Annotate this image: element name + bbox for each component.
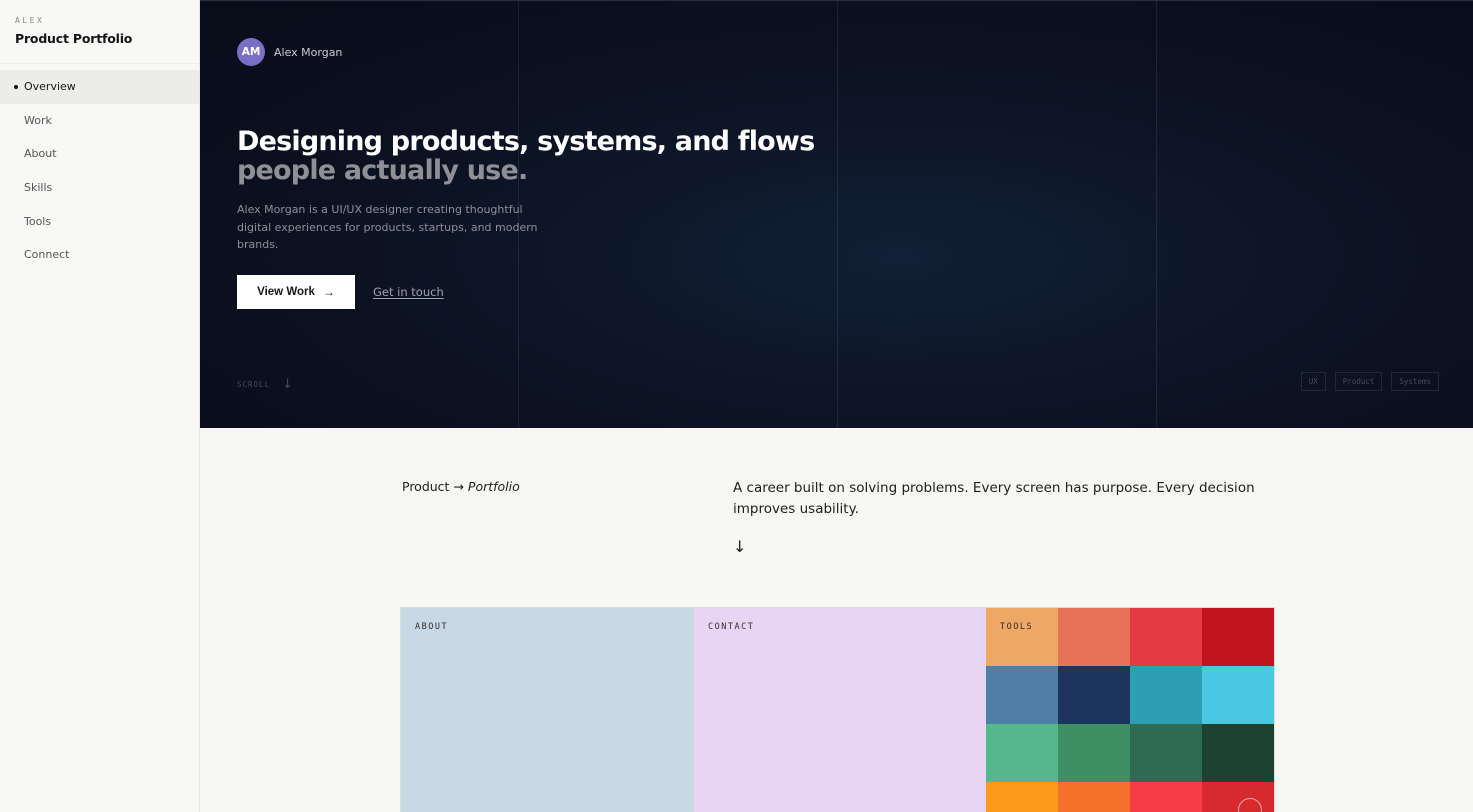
color-swatch: [1058, 724, 1130, 782]
sidebar-item-label: Connect: [24, 248, 70, 262]
sidebar-item-label: Overview: [24, 80, 76, 94]
tag-ux: UX: [1300, 372, 1326, 391]
intro-statement: A career built on solving problems. Ever…: [733, 480, 1255, 517]
color-swatch: [986, 782, 1058, 812]
profile-chip: AM Alex Morgan: [237, 38, 342, 66]
view-work-button[interactable]: View Work →: [237, 275, 355, 309]
grid-divider: [1156, 1, 1157, 428]
avatar: AM: [237, 38, 265, 66]
brand-kicker: ALEX: [15, 16, 45, 25]
sidebar-item-overview[interactable]: Overview: [0, 70, 199, 104]
profile-name: Alex Morgan: [274, 45, 343, 59]
color-swatch: [1202, 666, 1274, 724]
arrow-down-icon: ↓: [282, 377, 293, 392]
get-in-touch-link[interactable]: Get in touch: [373, 285, 444, 299]
scroll-label: SCROLL: [237, 380, 271, 389]
sidebar-item-connect[interactable]: Connect: [0, 238, 199, 272]
scroll-indicator[interactable]: SCROLL ↓: [237, 377, 293, 392]
sidebar-item-work[interactable]: Work: [0, 104, 199, 138]
color-swatch: [1130, 608, 1202, 666]
hero-lead: Alex Morgan is a UI/UX designer creating…: [237, 203, 538, 251]
arrow-right-icon: →: [322, 285, 335, 299]
color-swatch: [1202, 608, 1274, 666]
sidebar-item-label: Tools: [24, 214, 52, 228]
tag-systems: Systems: [1391, 372, 1439, 391]
sidebar-nav: Overview Work About Skills Tools Connect: [0, 70, 199, 272]
color-swatch: [986, 666, 1058, 724]
contact-card[interactable]: CONTACT: [694, 608, 986, 812]
color-swatch-grid: [986, 608, 1274, 812]
intro-emphasis: Portfolio: [467, 479, 520, 494]
intro-prefix: Product →: [402, 479, 464, 494]
sidebar-item-label: Skills: [24, 181, 53, 195]
arrow-down-icon: ↓: [733, 537, 747, 556]
color-swatch: [1202, 724, 1274, 782]
hero-section: AM Alex Morgan Designing products, syste…: [200, 0, 1473, 428]
tools-card[interactable]: TOOLS: [986, 608, 1274, 812]
headline-line-1: Designing products, systems, and flows: [237, 126, 815, 157]
color-swatch: [1130, 724, 1202, 782]
card-row: ABOUT CONTACT TOOLS: [400, 607, 1275, 812]
hero-tags: UX Product Systems: [1300, 372, 1439, 391]
color-swatch: [1058, 666, 1130, 724]
sidebar-item-tools[interactable]: Tools: [0, 204, 199, 238]
tools-card-label: TOOLS: [1000, 622, 1034, 632]
contact-card-label: CONTACT: [708, 622, 755, 632]
color-swatch: [1130, 782, 1202, 812]
grid-divider: [837, 1, 838, 428]
sidebar: ALEX Product Portfolio Overview Work Abo…: [0, 0, 200, 812]
headline-line-2: people actually use.: [237, 155, 528, 186]
view-work-label: View Work: [257, 286, 315, 298]
brand-title: Product Portfolio: [15, 31, 133, 46]
about-card-label: ABOUT: [415, 622, 449, 632]
about-card[interactable]: ABOUT: [401, 608, 694, 812]
sidebar-item-skills[interactable]: Skills: [0, 171, 199, 205]
sidebar-item-label: Work: [24, 113, 52, 127]
hero-headline: Designing products, systems, and flows p…: [237, 126, 815, 186]
intro-breadcrumb: Product → Portfolio: [402, 479, 520, 494]
sidebar-item-about[interactable]: About: [0, 137, 199, 171]
brand[interactable]: ALEX Product Portfolio: [0, 0, 199, 64]
color-swatch: [1130, 666, 1202, 724]
color-swatch: [986, 724, 1058, 782]
color-swatch: [1058, 608, 1130, 666]
color-swatch: [986, 608, 1058, 666]
sidebar-item-label: About: [24, 147, 57, 161]
color-swatch: [1058, 782, 1130, 812]
tag-product: Product: [1334, 372, 1383, 391]
